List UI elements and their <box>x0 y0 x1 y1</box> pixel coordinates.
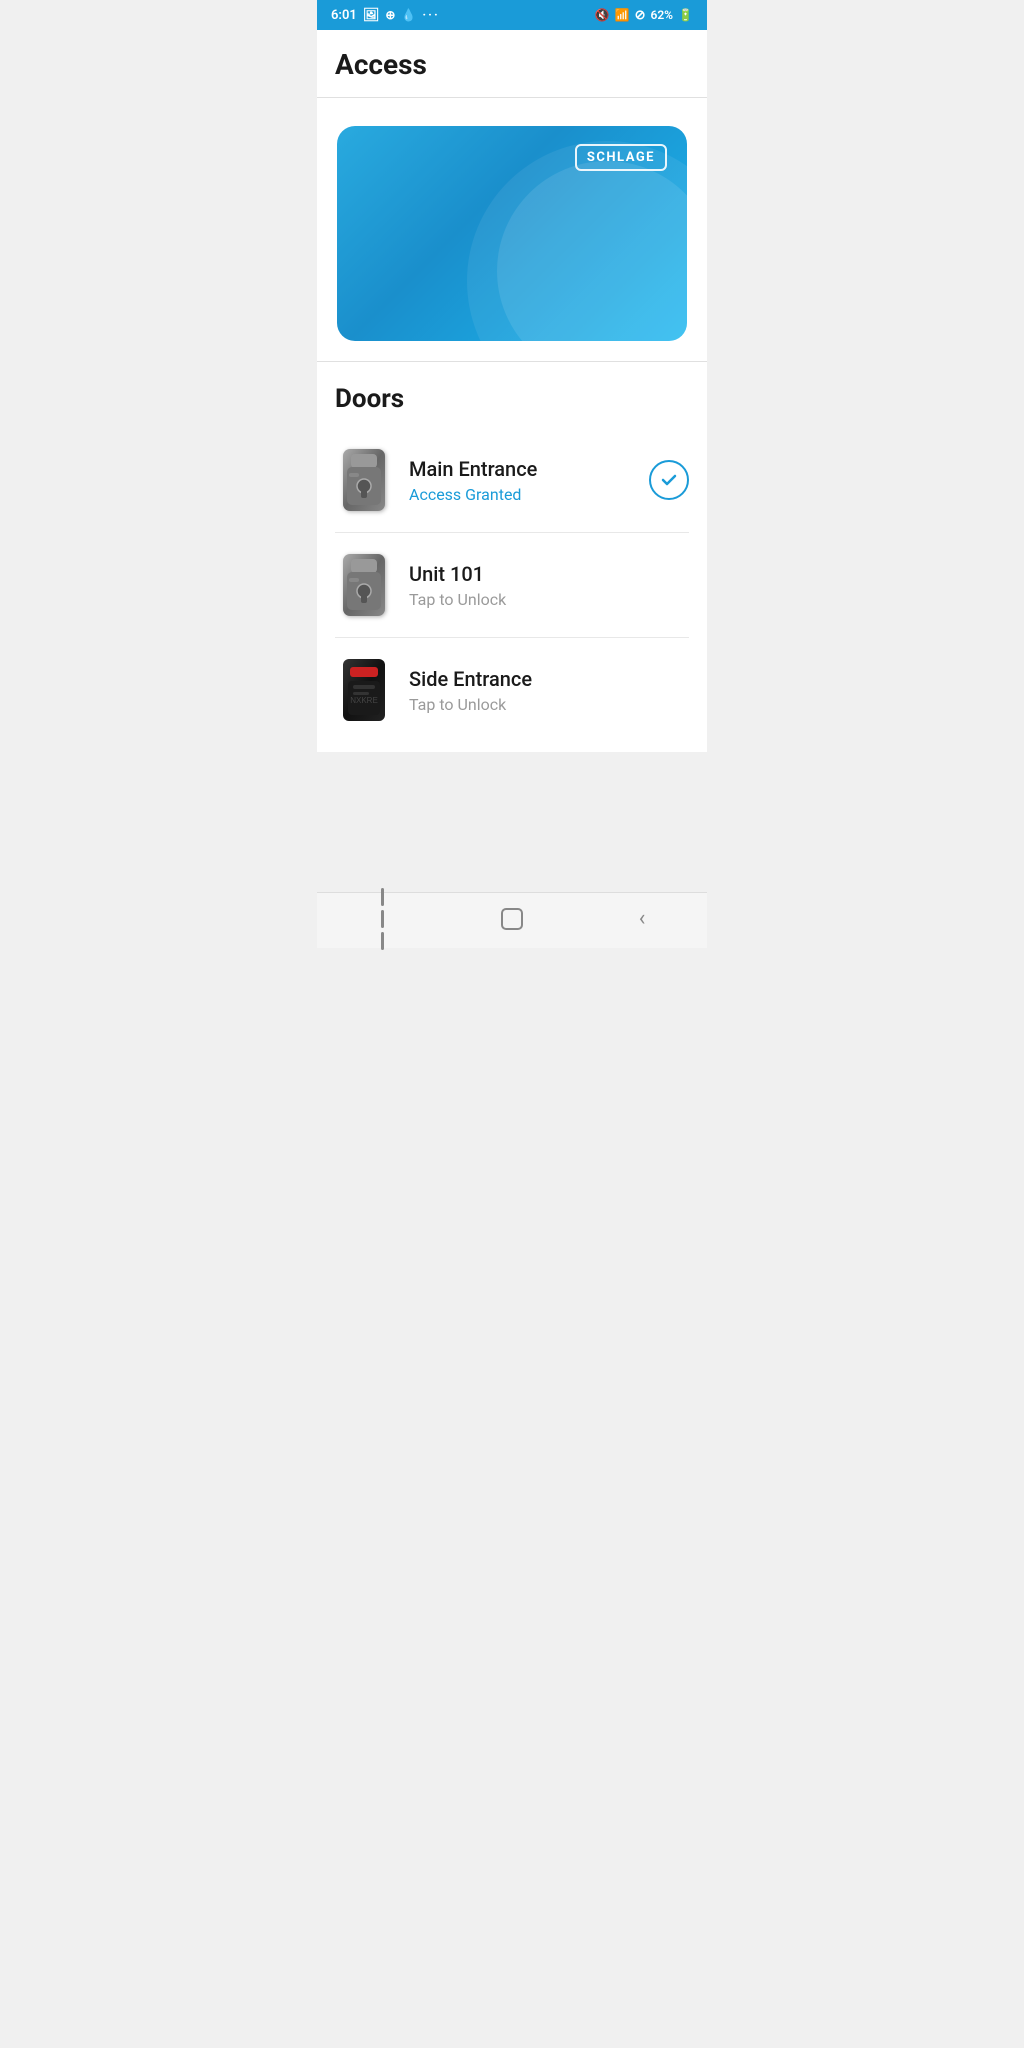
door-info-unit-101: Unit 101 Tap to Unlock <box>409 562 689 609</box>
lock-icon-black: NXKRE <box>343 659 385 721</box>
nav-home-button[interactable] <box>482 903 542 935</box>
image-icon: 🖼 <box>363 8 380 23</box>
checkmark-icon <box>659 470 679 490</box>
home-square-icon <box>501 908 523 930</box>
door-status-unit-101: Tap to Unlock <box>409 590 689 609</box>
door-name-unit-101: Unit 101 <box>409 562 689 586</box>
link-icon: ⊕ <box>385 8 395 22</box>
dots-icon: ··· <box>422 8 439 23</box>
location-icon: 💧 <box>401 8 416 22</box>
doors-section: Doors <box>317 362 707 752</box>
bottom-spacer <box>317 752 707 892</box>
door-name-side-entrance: Side Entrance <box>409 667 689 691</box>
door-item-side-entrance[interactable]: NXKRE Side Entrance Tap to Unlock <box>335 638 689 742</box>
battery-icon: 🔋 <box>678 8 693 22</box>
battery-display: 62% <box>650 8 673 22</box>
door-info-side-entrance: Side Entrance Tap to Unlock <box>409 667 689 714</box>
schlage-logo: SCHLAGE <box>575 144 667 171</box>
door-check-icon <box>649 460 689 500</box>
door-info-main-entrance: Main Entrance Access Granted <box>409 457 649 504</box>
mute-icon: 🔇 <box>595 8 610 22</box>
door-name-main-entrance: Main Entrance <box>409 457 649 481</box>
menu-lines-icon <box>381 888 384 950</box>
back-arrow-icon: ‹ <box>639 906 646 931</box>
status-bar-left: 6:01 🖼 ⊕ 💧 ··· <box>331 8 440 23</box>
door-icon-side-entrance: NXKRE <box>335 656 393 724</box>
page-header: Access <box>317 30 707 98</box>
card-section: SCHLAGE <box>317 98 707 361</box>
nav-back-button[interactable]: ‹ <box>612 903 672 935</box>
dnd-icon: ⊘ <box>635 8 646 23</box>
door-item-main-entrance[interactable]: Main Entrance Access Granted <box>335 428 689 533</box>
svg-text:NXKRE: NXKRE <box>350 696 378 705</box>
door-icon-unit-101 <box>335 551 393 619</box>
door-item-unit-101[interactable]: Unit 101 Tap to Unlock <box>335 533 689 638</box>
page-title: Access <box>335 48 689 81</box>
bottom-nav: ‹ <box>317 892 707 948</box>
door-status-side-entrance: Tap to Unlock <box>409 695 689 714</box>
door-status-main-entrance: Access Granted <box>409 485 649 504</box>
wifi-icon: 📶 <box>615 8 630 22</box>
status-bar: 6:01 🖼 ⊕ 💧 ··· 🔇 📶 ⊘ 62% 🔋 <box>317 0 707 30</box>
nav-menu-button[interactable] <box>352 903 412 935</box>
lock-icon-silver-1 <box>343 449 385 511</box>
time-display: 6:01 <box>331 8 357 23</box>
main-content: SCHLAGE Doors <box>317 98 707 752</box>
door-icon-main-entrance <box>335 446 393 514</box>
status-bar-right: 🔇 📶 ⊘ 62% 🔋 <box>595 8 693 23</box>
schlage-access-card[interactable]: SCHLAGE <box>337 126 687 341</box>
doors-title: Doors <box>335 384 689 414</box>
lock-icon-silver-2 <box>343 554 385 616</box>
